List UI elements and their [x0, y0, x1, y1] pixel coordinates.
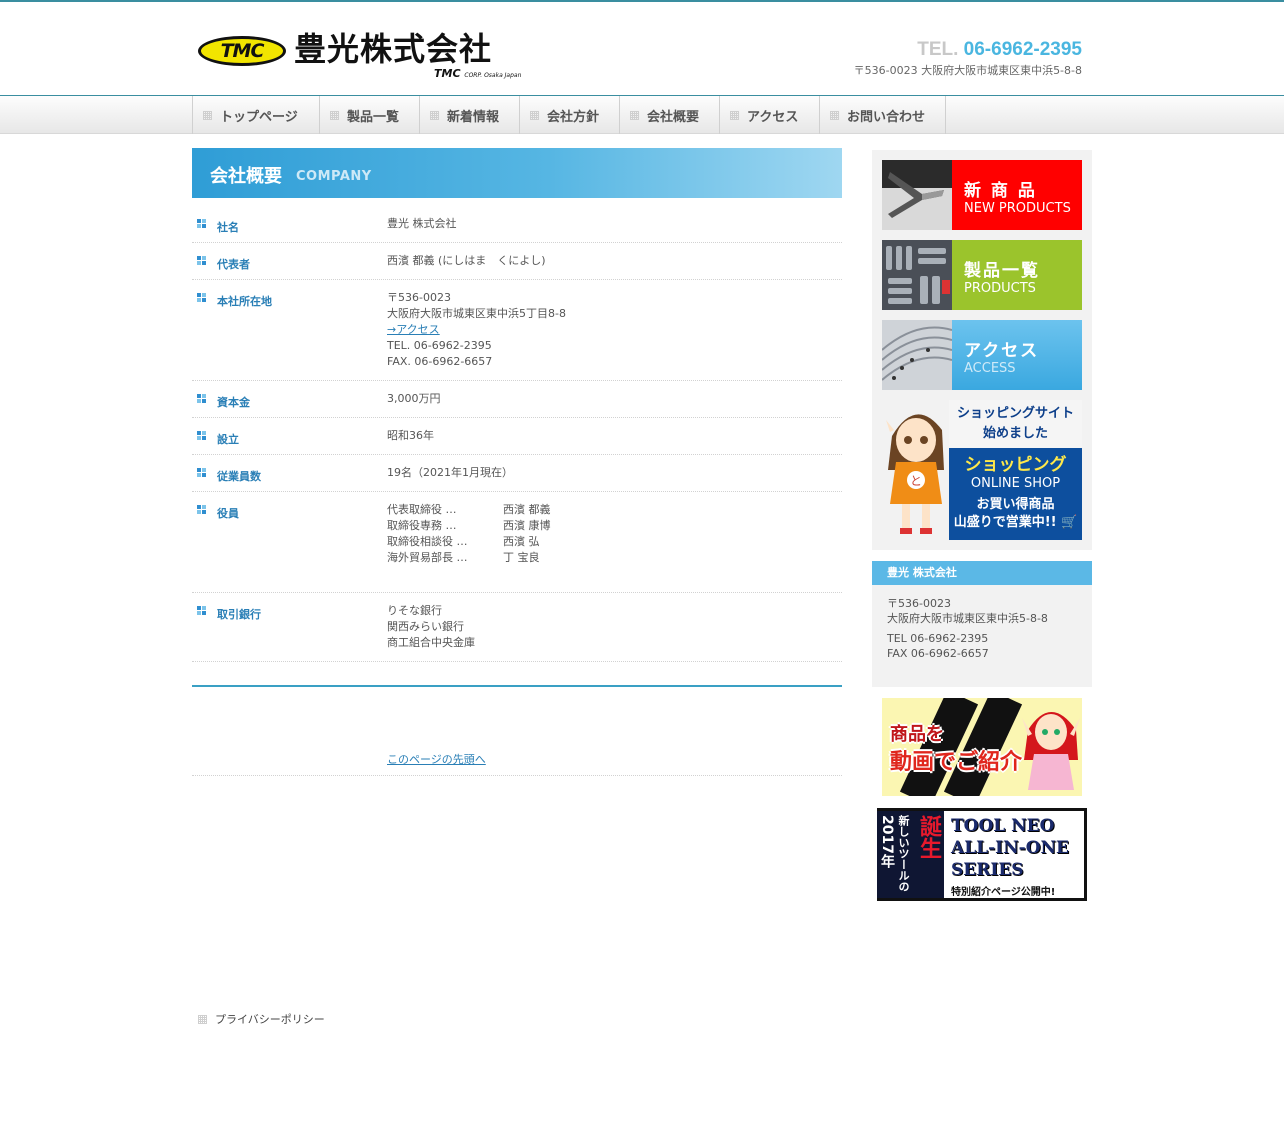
- banner-online-shop[interactable]: と ショッピングサイト 始めました ショッピング ONLINE SHOP お買い…: [882, 400, 1082, 540]
- bullet-icon: [197, 431, 207, 441]
- info-row-founded: 設立 昭和36年: [192, 418, 842, 455]
- bank-item: 商工組合中央金庫: [387, 636, 475, 649]
- header-address: 〒536-0023 大阪府大阪市城東区東中浜5-8-8: [853, 64, 1082, 77]
- logo-subtitle: TMC CORP. Osaka Japan: [434, 67, 522, 80]
- sidebar: 新 商 品 NEW PRODUCTS 製品一覧 PRODUCTS アクセス AC…: [872, 150, 1092, 901]
- global-nav: トップページ 製品一覧 新着情報 会社方針 会社概要 アクセス お問い合わせ: [0, 95, 1284, 134]
- svg-text:と: と: [910, 474, 922, 488]
- nav-item-top[interactable]: トップページ: [193, 96, 320, 134]
- site-header: TMC 豊光株式会社 TMC CORP. Osaka Japan TEL. 06…: [192, 2, 1082, 95]
- page-title-banner: 会社概要 COMPANY: [192, 148, 842, 198]
- bank-item: 関西みらい銀行: [387, 620, 464, 633]
- grip-icon: [630, 110, 639, 120]
- banner-tool-neo[interactable]: 2017年 新しいツールの 誕生 TOOL NEO ALL-IN-ONE SER…: [877, 808, 1087, 901]
- grip-icon: [830, 110, 839, 120]
- header-phone: TEL. 06-6962-2395: [917, 39, 1082, 60]
- banner-new-products[interactable]: 新 商 品 NEW PRODUCTS: [882, 160, 1082, 230]
- mascot-redhair-icon: [1022, 712, 1080, 790]
- bullet-icon: [197, 606, 207, 616]
- grip-icon: [203, 110, 212, 120]
- bank-item: りそな銀行: [387, 604, 442, 617]
- nav-item-company[interactable]: 会社概要: [620, 96, 720, 134]
- officer-item: 代表取締役 … 西濱 都義: [387, 503, 551, 516]
- officer-item: 取締役相談役 … 西濱 弘: [387, 535, 540, 548]
- sidebar-banners: 新 商 品 NEW PRODUCTS 製品一覧 PRODUCTS アクセス AC…: [872, 150, 1092, 550]
- bullet-icon: [197, 468, 207, 478]
- pliers-photo-icon: [882, 160, 952, 230]
- officer-item: 海外貿易部長 … 丁 宝良: [387, 551, 540, 564]
- grip-icon: [730, 110, 739, 120]
- info-row-employees: 従業員数 19名（2021年1月現在）: [192, 455, 842, 492]
- grip-icon: [330, 110, 339, 120]
- officer-item: 取締役専務 … 西濱 康博: [387, 519, 551, 532]
- info-row-representative: 代表者 西濱 都義 (にしはま くによし): [192, 243, 842, 280]
- banner-access[interactable]: アクセス ACCESS: [882, 320, 1082, 390]
- content-divider: [192, 685, 842, 687]
- bullet-icon: [197, 505, 207, 515]
- info-row-headquarters: 本社所在地 〒536-0023 大阪府大阪市城東区東中浜5丁目8-8 →アクセス…: [192, 280, 842, 381]
- page-top-row: このページの先頭へ: [192, 748, 842, 776]
- nav-item-access[interactable]: アクセス: [720, 96, 820, 134]
- nav-item-products[interactable]: 製品一覧: [320, 96, 420, 134]
- bullet-icon: [197, 293, 207, 303]
- company-box-title: 豊光 株式会社: [872, 561, 1092, 585]
- mascot-girl-icon: と: [882, 400, 950, 540]
- info-row-capital: 資本金 3,000万円: [192, 381, 842, 418]
- bullet-icon: [197, 256, 207, 266]
- banner-video-intro[interactable]: 商品を 動画でご紹介: [882, 698, 1082, 796]
- grip-icon: [530, 110, 539, 120]
- page-title-en: COMPANY: [296, 169, 372, 184]
- cart-icon: 🛒: [1061, 515, 1078, 530]
- access-link[interactable]: →アクセス: [387, 323, 440, 336]
- page-top-link[interactable]: このページの先頭へ: [387, 751, 486, 767]
- info-row-banks: 取引銀行 りそな銀行 関西みらい銀行 商工組合中央金庫: [192, 593, 842, 662]
- company-info-table: 社名 豊光 株式会社 代表者 西濱 都義 (にしはま くによし) 本社所在地 〒…: [192, 206, 842, 662]
- banner-products[interactable]: 製品一覧 PRODUCTS: [882, 240, 1082, 310]
- toolbox-photo-icon: [882, 240, 952, 310]
- bullet-icon: [197, 219, 207, 229]
- info-row-name: 社名 豊光 株式会社: [192, 206, 842, 243]
- company-logo-name: 豊光株式会社: [294, 30, 493, 68]
- grip-icon: [198, 1014, 207, 1024]
- nav-item-policy[interactable]: 会社方針: [520, 96, 620, 134]
- page-title: 会社概要: [210, 166, 282, 187]
- info-row-officers: 役員 代表取締役 … 西濱 都義 取締役専務 … 西濱 康博 取締役相談役 … 西濱 …: [192, 492, 842, 593]
- footer-privacy-link[interactable]: プライバシーポリシー: [198, 1011, 325, 1027]
- grip-icon: [430, 110, 439, 120]
- site-logo[interactable]: TMC 豊光株式会社 TMC CORP. Osaka Japan: [198, 30, 522, 86]
- main-content: 会社概要 COMPANY 社名 豊光 株式会社 代表者 西濱 都義 (にしはま …: [192, 148, 842, 776]
- bullet-icon: [197, 394, 207, 404]
- tmc-logo-mark: TMC: [198, 36, 286, 66]
- sidebar-company-box: 豊光 株式会社 〒536-0023 大阪府大阪市城東区東中浜5-8-8 TEL 0…: [872, 561, 1092, 687]
- nav-item-news[interactable]: 新着情報: [420, 96, 520, 134]
- stairs-photo-icon: [882, 320, 952, 390]
- nav-item-contact[interactable]: お問い合わせ: [820, 96, 946, 134]
